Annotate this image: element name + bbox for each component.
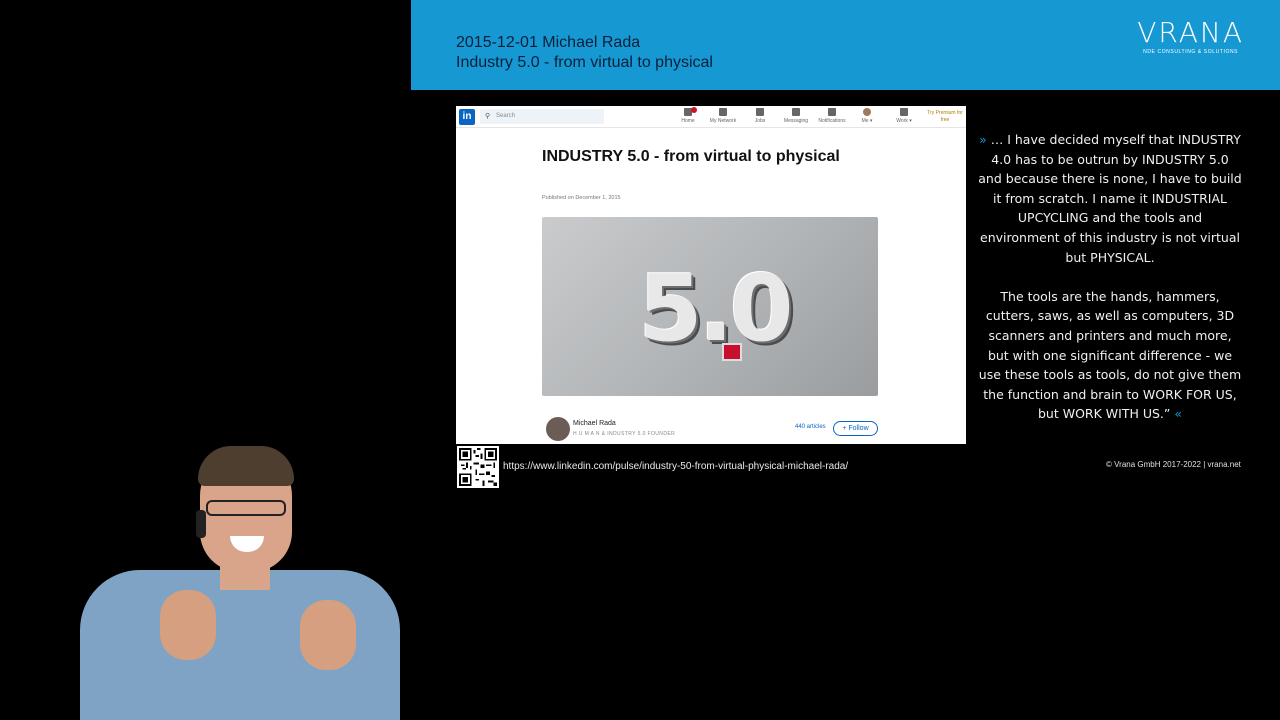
nav-messaging: Messaging	[778, 108, 814, 124]
chrome-5-0-emblem: 5.0	[638, 255, 794, 362]
nav-my-network-label: My Network	[709, 118, 737, 124]
brand-tagline: NDE CONSULTING & SOLUTIONS	[1143, 49, 1239, 55]
quote-open-mark: »	[979, 132, 987, 147]
nav-me: Me ▾	[849, 108, 885, 124]
source-url-link[interactable]: https://www.linkedin.com/pulse/industry-…	[503, 461, 848, 472]
article-screenshot: in ⚲ Search Home My Network Jobs Messagi…	[456, 106, 966, 444]
emblem-red-dot	[722, 343, 742, 361]
follow-button: + Follow	[833, 421, 878, 436]
author-avatar	[546, 417, 570, 441]
author-name: Michael Rada	[573, 420, 616, 427]
quote-block: » … I have decided myself that INDUSTRY …	[978, 130, 1242, 424]
search-input: ⚲ Search	[480, 109, 604, 124]
author-headline: H U M A N & INDUSTRY 5.0 FOUNDER	[573, 431, 676, 437]
slide-date-author: 2015-12-01 Michael Rada	[456, 34, 641, 51]
nav-notifications-label: Notifications	[818, 118, 846, 124]
quote-text-1: … I have decided myself that INDUSTRY 4.…	[978, 132, 1242, 265]
nav-my-network: My Network	[705, 108, 741, 124]
bell-icon	[828, 108, 836, 116]
brand-name: VRANA	[1137, 16, 1244, 49]
qr-code	[457, 446, 499, 488]
message-icon	[792, 108, 800, 116]
presenter-video	[60, 420, 420, 720]
linkedin-nav-bar: in ⚲ Search Home My Network Jobs Messagi…	[456, 106, 966, 128]
author-articles-count: 440 articles	[795, 424, 826, 430]
quote-paragraph-2: The tools are the hands, hammers, cutter…	[978, 287, 1242, 424]
nav-jobs-label: Jobs	[754, 118, 766, 124]
copyright-notice: © Vrana GmbH 2017-2022 | vrana.net	[1106, 460, 1241, 469]
avatar-icon	[863, 108, 871, 116]
linkedin-logo-icon: in	[459, 109, 475, 125]
nav-jobs: Jobs	[742, 108, 778, 124]
search-placeholder: Search	[496, 113, 516, 119]
search-icon: ⚲	[485, 113, 491, 120]
nav-notifications: Notifications	[814, 108, 850, 124]
article-title: INDUSTRY 5.0 - from virtual to physical	[542, 148, 840, 165]
headset-icon	[196, 510, 206, 538]
quote-text-2: The tools are the hands, hammers, cutter…	[978, 288, 1242, 422]
nav-home-label: Home	[681, 118, 695, 124]
nav-messaging-label: Messaging	[783, 118, 809, 124]
presenter-left-hand	[160, 590, 216, 660]
briefcase-icon	[756, 108, 764, 116]
grid-icon	[900, 108, 908, 116]
quote-close-mark: «	[1174, 406, 1182, 422]
premium-link: Try Premium for free	[927, 110, 963, 123]
quote-paragraph-1: » … I have decided myself that INDUSTRY …	[978, 130, 1242, 267]
presenter-hair	[198, 446, 294, 486]
notification-badge	[691, 107, 697, 113]
brand-logo: VRANA NDE CONSULTING & SOLUTIONS	[1137, 16, 1244, 56]
presenter-right-hand	[300, 600, 356, 670]
article-hero-image: 5.0	[542, 217, 878, 396]
slide-title: Industry 5.0 - from virtual to physical	[456, 54, 713, 71]
article-date: Published on December 1, 2015	[542, 195, 621, 201]
nav-work-label: Work ▾	[896, 118, 912, 124]
nav-work: Work ▾	[886, 108, 922, 124]
nav-home: Home	[670, 107, 706, 124]
nav-me-label: Me ▾	[861, 118, 873, 124]
network-icon	[719, 108, 727, 116]
presenter-glasses	[206, 500, 286, 516]
header-bar: 2015-12-01 Michael Rada Industry 5.0 - f…	[411, 0, 1280, 90]
